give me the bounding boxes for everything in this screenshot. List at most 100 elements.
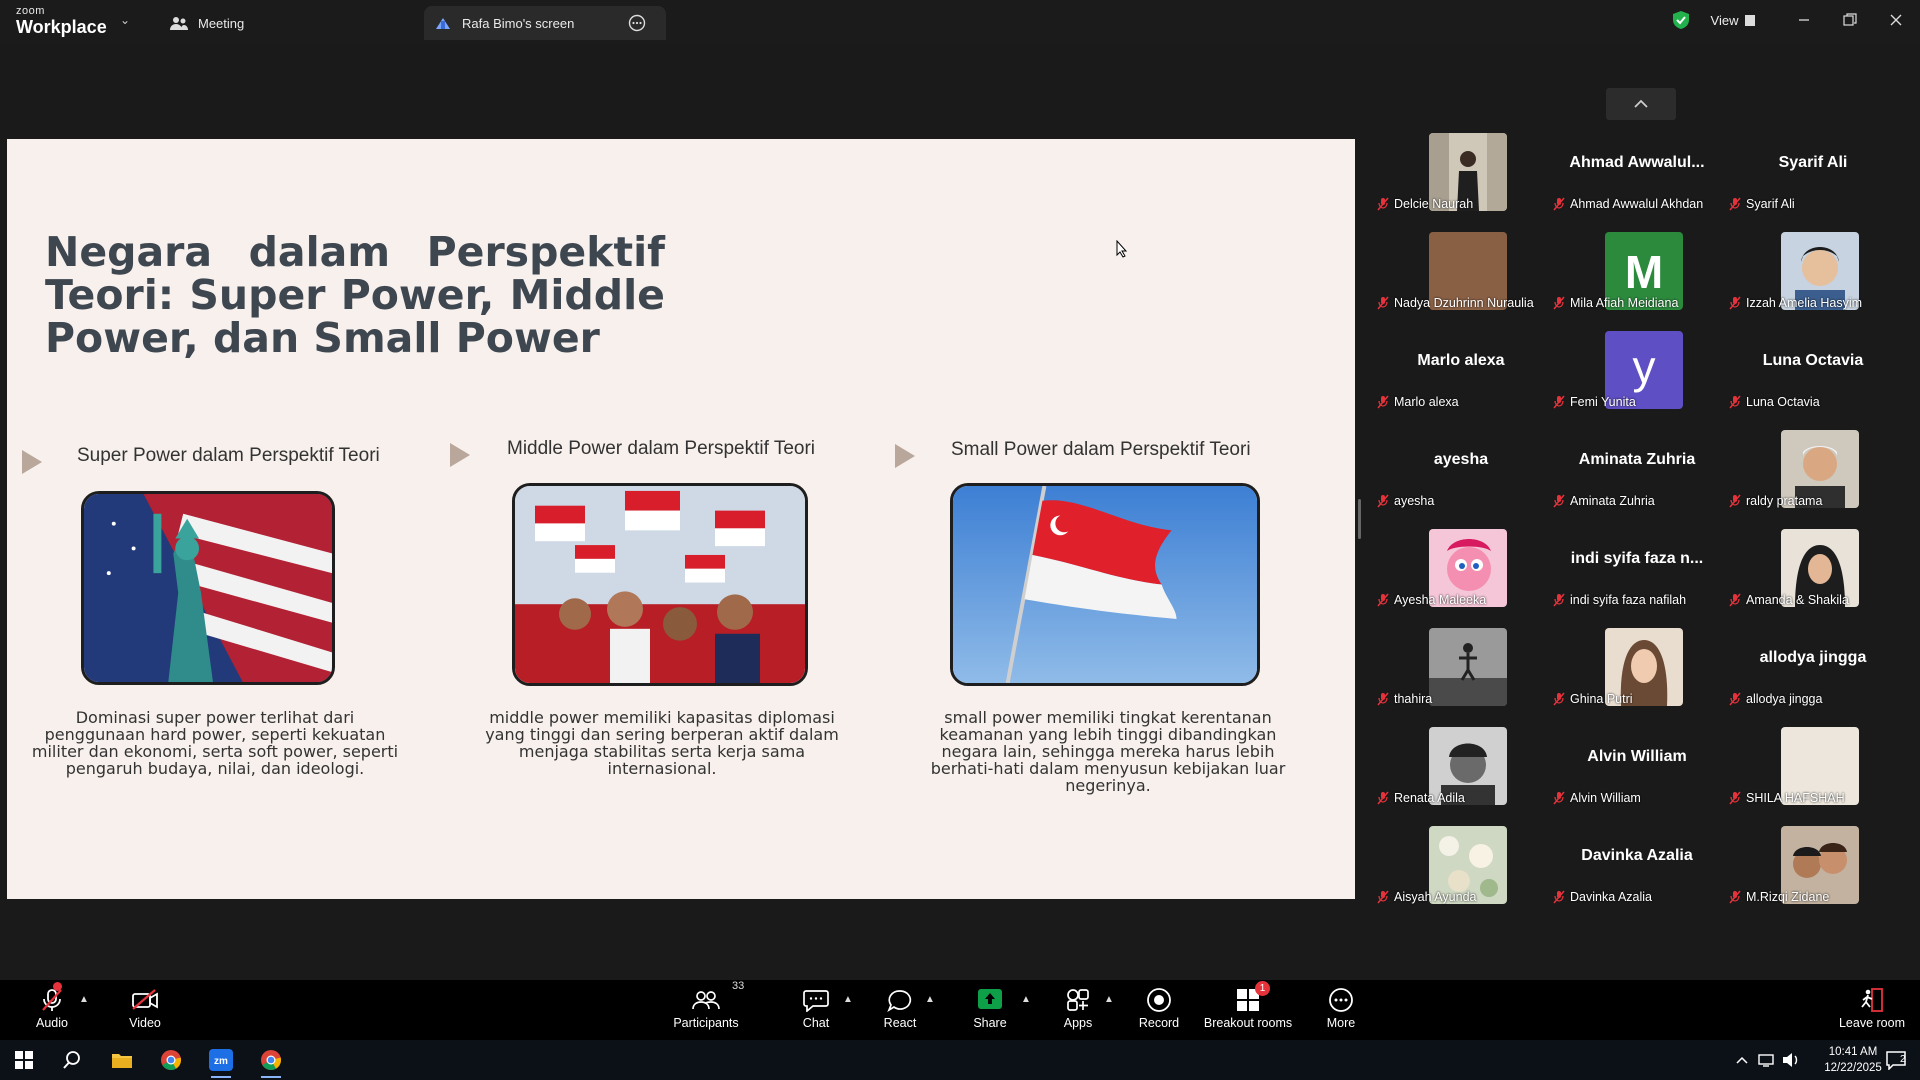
- participant-name: Syarif Ali: [1746, 197, 1795, 211]
- breakout-rooms-button[interactable]: 1 Breakout rooms: [1203, 981, 1293, 1036]
- svg-text:M: M: [1625, 246, 1663, 298]
- participant-tile[interactable]: Nadya Dzuhrinn Nuraulia: [1373, 229, 1549, 328]
- participant-tile[interactable]: y Femi Yunita: [1549, 328, 1725, 427]
- participant-tile[interactable]: Davinka Azalia Davinka Azalia: [1549, 823, 1725, 922]
- participant-name-label: Ayesha Maleeka: [1377, 593, 1486, 607]
- participant-display-name: Luna Octavia: [1762, 352, 1864, 369]
- react-label: React: [883, 1016, 917, 1030]
- participant-tile[interactable]: SHILA HAFSHAH: [1725, 724, 1901, 823]
- participant-tile[interactable]: indi syifa faza n... indi syifa faza nafi…: [1549, 526, 1725, 625]
- participant-tile[interactable]: Ayesha Maleeka: [1373, 526, 1549, 625]
- gallery-scroll-up-button[interactable]: [1606, 88, 1676, 120]
- participant-name: Ayesha Maleeka: [1394, 593, 1487, 607]
- participant-tile[interactable]: Aminata Zuhria Aminata Zuhria: [1549, 427, 1725, 526]
- more-button[interactable]: More: [1296, 986, 1386, 1036]
- participant-tile[interactable]: Renata Adila: [1373, 724, 1549, 823]
- more-options-icon[interactable]: [628, 14, 646, 32]
- svg-text:zm: zm: [214, 1056, 228, 1067]
- participant-tile[interactable]: Ghina Putri: [1549, 625, 1725, 724]
- apps-icon: [1067, 989, 1089, 1011]
- participant-tile[interactable]: Izzah Amelia Hasyim: [1725, 229, 1901, 328]
- participant-tile[interactable]: allodya jingga allodya jingga: [1725, 625, 1901, 724]
- restore-button[interactable]: [1832, 8, 1868, 32]
- chevron-up-icon: [1634, 99, 1648, 108]
- participant-tile[interactable]: Alvin William Alvin William: [1549, 724, 1725, 823]
- apps-label: Apps: [1063, 1016, 1093, 1030]
- participant-display-name: ayesha: [1433, 451, 1489, 468]
- participant-name: allodya jingga: [1746, 692, 1823, 706]
- participant-name: Nadya Dzuhrinn Nuraulia: [1394, 296, 1534, 310]
- column-text-small-power: small power memiliki tingkat kerentanan …: [930, 708, 1286, 795]
- close-button[interactable]: [1878, 8, 1914, 32]
- record-icon: [1147, 988, 1171, 1012]
- chat-options-caret[interactable]: ▲: [843, 994, 853, 1005]
- start-button[interactable]: [0, 1040, 48, 1080]
- mic-muted-icon: [1729, 593, 1741, 607]
- column-heading-middle-power: Middle Power dalam Perspektif Teori: [507, 438, 816, 459]
- notification-center-button[interactable]: 2: [1872, 1040, 1920, 1080]
- audio-label: Audio: [36, 1016, 68, 1030]
- participant-tile[interactable]: Amanda & Shakila: [1725, 526, 1901, 625]
- participant-tile[interactable]: Syarif Ali Syarif Ali: [1725, 130, 1901, 229]
- view-button[interactable]: View: [1700, 8, 1766, 32]
- participant-tile[interactable]: thahira: [1373, 625, 1549, 724]
- participant-tile[interactable]: Ahmad Awwalul... Ahmad Awwalul Akhdan: [1549, 130, 1725, 229]
- taskbar-file-explorer[interactable]: [98, 1040, 146, 1080]
- participant-tile[interactable]: Luna Octavia Luna Octavia: [1725, 328, 1901, 427]
- participant-name-label: M.Rizqi Zidane: [1729, 890, 1829, 904]
- title-bar: zoom Workplace ⌄ Meeting Rafa Bimo's scr…: [0, 0, 1920, 44]
- network-icon[interactable]: [1758, 1052, 1776, 1068]
- taskbar-chrome-2[interactable]: [247, 1040, 295, 1080]
- leave-room-button[interactable]: Leave room: [1827, 986, 1917, 1036]
- participant-tile[interactable]: Marlo alexa Marlo alexa: [1373, 328, 1549, 427]
- volume-icon[interactable]: [1782, 1052, 1800, 1068]
- share-options-caret[interactable]: ▲: [1021, 994, 1031, 1005]
- record-button[interactable]: Record: [1114, 986, 1204, 1036]
- participant-display-name: Ahmad Awwalul...: [1569, 154, 1705, 171]
- participant-name: M.Rizqi Zidane: [1746, 890, 1830, 904]
- taskbar-zoom[interactable]: zm: [197, 1040, 245, 1080]
- taskbar-search-button[interactable]: [48, 1040, 96, 1080]
- tray-chevron-up-icon[interactable]: [1736, 1056, 1748, 1064]
- apps-options-caret[interactable]: ▲: [1104, 994, 1114, 1005]
- gallery-resize-handle[interactable]: [1358, 499, 1361, 539]
- tab-meeting[interactable]: Meeting: [170, 6, 410, 40]
- slide-title: Negara dalam Perspektif Teori: Super Pow…: [45, 228, 665, 362]
- minimize-button[interactable]: [1786, 8, 1822, 32]
- participant-name: thahira: [1394, 692, 1433, 706]
- participant-name-label: Ghina Putri: [1553, 692, 1633, 706]
- indonesia-flags-crowd-image: [512, 483, 808, 686]
- chevron-down-icon[interactable]: ⌄: [120, 13, 130, 27]
- mic-muted-icon: [1553, 593, 1565, 607]
- share-screen-icon: [436, 18, 450, 29]
- taskbar-chrome[interactable]: [147, 1040, 195, 1080]
- participant-tile[interactable]: M.Rizqi Zidane: [1725, 823, 1901, 922]
- mic-muted-icon: [1377, 395, 1389, 409]
- participant-tile[interactable]: raldy pratama: [1725, 427, 1901, 526]
- participants-button[interactable]: 33 Participants: [661, 980, 751, 1036]
- mic-muted-icon: [1729, 494, 1741, 508]
- audio-options-caret[interactable]: ▲: [79, 994, 89, 1005]
- shared-slide: Negara dalam Perspektif Teori: Super Pow…: [7, 139, 1355, 899]
- mic-muted-icon: [1553, 791, 1565, 805]
- close-icon: [1890, 14, 1902, 26]
- video-button[interactable]: Video: [100, 986, 190, 1036]
- participants-gallery: Delcie Naurah Ahmad Awwalul... Ahmad Awwal…: [1356, 44, 1920, 980]
- tab-screen-label: Rafa Bimo's screen: [462, 15, 575, 31]
- react-options-caret[interactable]: ▲: [925, 994, 935, 1005]
- participant-tile[interactable]: M Mila Afiah Meidiana: [1549, 229, 1725, 328]
- participant-display-name: allodya jingga: [1759, 649, 1867, 666]
- tab-shared-screen[interactable]: Rafa Bimo's screen: [424, 6, 666, 40]
- search-icon: [63, 1051, 80, 1069]
- participant-tile[interactable]: Delcie Naurah: [1373, 130, 1549, 229]
- participant-name: raldy pratama: [1746, 494, 1823, 508]
- participant-name: Alvin William: [1570, 791, 1641, 805]
- participant-tile[interactable]: ayesha ayesha: [1373, 427, 1549, 526]
- participant-tile[interactable]: Aisyah Ayunda: [1373, 823, 1549, 922]
- shield-check-icon[interactable]: [1672, 10, 1690, 30]
- participant-name-label: Ahmad Awwalul Akhdan: [1553, 197, 1703, 211]
- share-label: Share: [973, 1016, 1007, 1030]
- participant-name-label: allodya jingga: [1729, 692, 1822, 706]
- participants-icon: [692, 991, 720, 1010]
- participant-name: Mila Afiah Meidiana: [1570, 296, 1679, 310]
